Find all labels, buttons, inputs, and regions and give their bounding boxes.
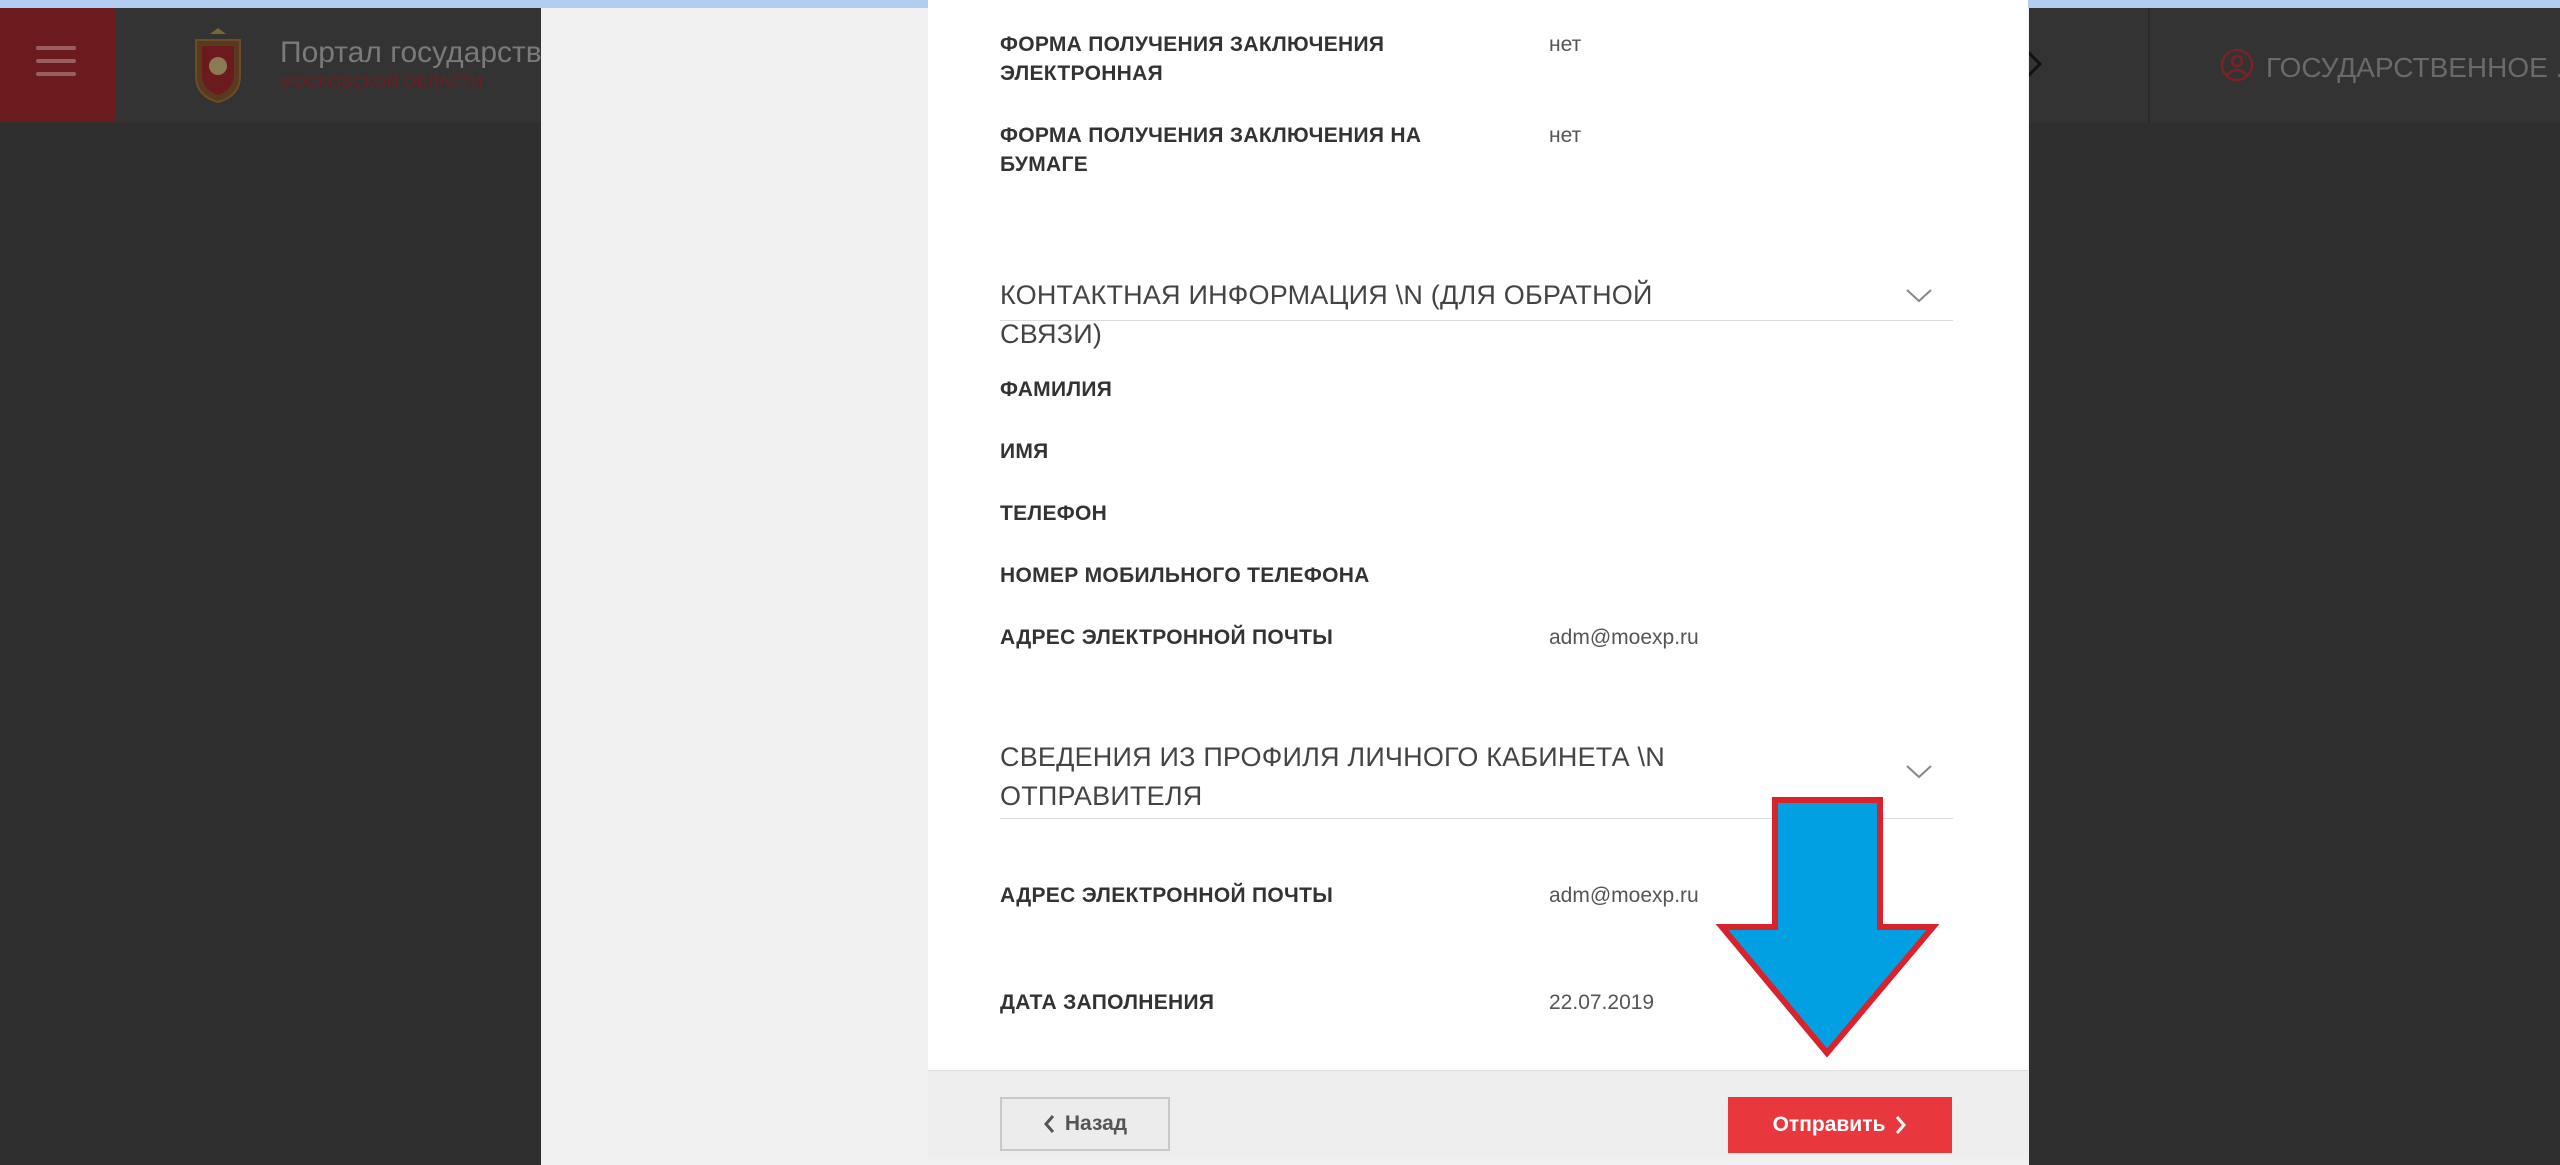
header-divider <box>2148 8 2150 122</box>
field-value: нет <box>1549 33 1582 56</box>
field-label: АДРЕС ЭЛЕКТРОННОЙ ПОЧТЫ <box>1000 884 1334 907</box>
field-label: ФОРМА ПОЛУЧЕНИЯ ЗАКЛЮЧЕНИЯ ЭЛЕКТРОННАЯ <box>1000 33 1385 85</box>
back-button-label: Назад <box>1064 1112 1128 1135</box>
field-value: adm@moexp.ru <box>1549 884 1699 907</box>
arrow-down-icon <box>1715 797 1940 1058</box>
user-icon[interactable] <box>2220 48 2254 82</box>
user-name[interactable]: ГОСУДАРСТВЕННОЕ ... <box>2266 52 2560 84</box>
modal-footer: Назад Отправить <box>928 1070 2028 1158</box>
back-button[interactable]: Назад <box>1000 1097 1170 1151</box>
crest-icon[interactable] <box>188 26 248 104</box>
field-label: ФАМИЛИЯ <box>1000 378 1113 401</box>
send-button-label: Отправить <box>1772 1113 1886 1136</box>
field-label: АДРЕС ЭЛЕКТРОННОЙ ПОЧТЫ <box>1000 626 1334 649</box>
field-label: ТЕЛЕФОН <box>1000 502 1108 525</box>
chevron-left-icon <box>1043 1115 1054 1133</box>
send-button[interactable]: Отправить <box>1728 1097 1952 1153</box>
section-title: СВЕДЕНИЯ ИЗ ПРОФИЛЯ ЛИЧНОГО КАБИНЕТА \N … <box>1000 742 1665 811</box>
chevron-down-icon[interactable] <box>1905 288 1933 304</box>
field-value: 22.07.2019 <box>1549 991 1655 1014</box>
field-label: ИМЯ <box>1000 440 1049 463</box>
portal-subtitle: МОСКОВСКОЙ ОБЛАСТИ <box>280 74 484 91</box>
field-label: НОМЕР МОБИЛЬНОГО ТЕЛЕФОНА <box>1000 564 1370 587</box>
chevron-down-icon[interactable] <box>1905 764 1933 780</box>
field-value: нет <box>1549 124 1582 147</box>
field-value: adm@moexp.ru <box>1549 626 1699 649</box>
field-label: ДАТА ЗАПОЛНЕНИЯ <box>1000 991 1215 1014</box>
section-title: КОНТАКТНАЯ ИНФОРМАЦИЯ \N (ДЛЯ ОБРАТНОЙ С… <box>1000 280 1653 349</box>
menu-icon <box>36 46 76 85</box>
field-label: ФОРМА ПОЛУЧЕНИЯ ЗАКЛЮЧЕНИЯ НА БУМАГЕ <box>1000 124 1422 176</box>
menu-button[interactable] <box>0 8 115 122</box>
chevron-right-icon <box>1896 1116 1907 1134</box>
section-contact-info[interactable]: КОНТАКТНАЯ ИНФОРМАЦИЯ \N (ДЛЯ ОБРАТНОЙ С… <box>1000 276 1953 349</box>
portal-title[interactable]: Портал государствен <box>280 36 542 70</box>
